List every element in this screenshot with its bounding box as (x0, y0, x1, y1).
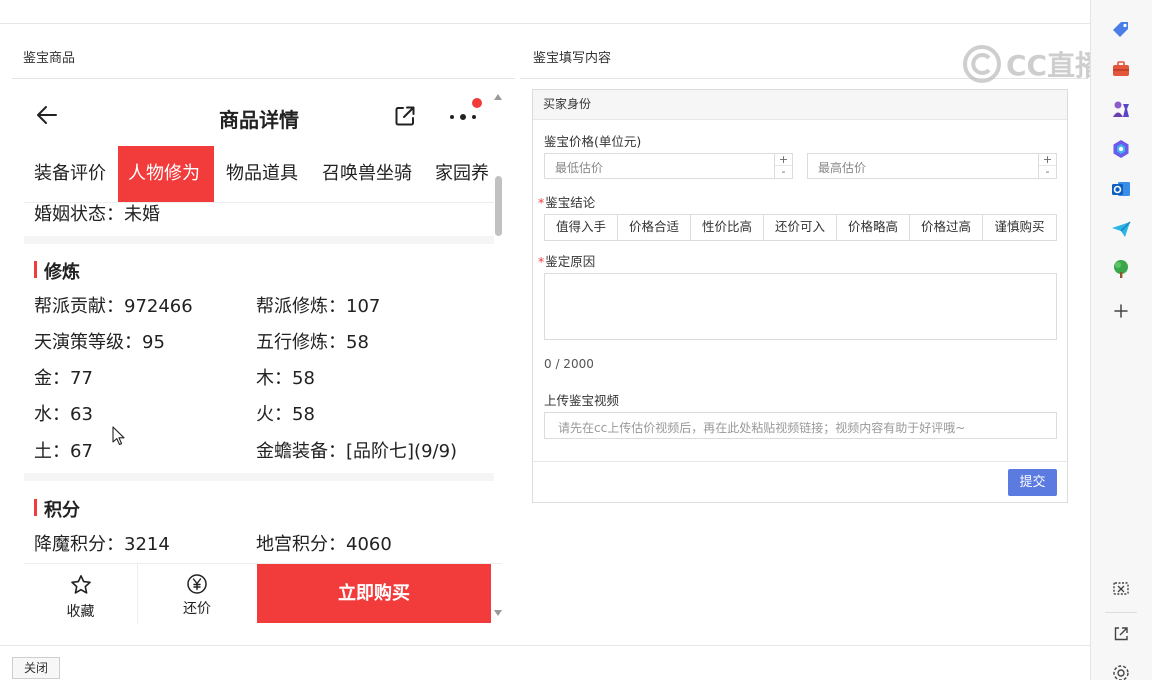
yen-coin-icon (187, 574, 207, 594)
close-button[interactable]: 关闭 (12, 657, 60, 679)
max-price-stepper[interactable]: + - (1038, 154, 1056, 178)
section-gap (24, 473, 494, 481)
conclusion-option[interactable]: 值得入手 (545, 215, 618, 240)
tree-icon[interactable] (1110, 258, 1132, 280)
form-header: 买家身份 (533, 90, 1067, 120)
left-section-divider (12, 78, 515, 79)
chess-piece-icon[interactable] (1110, 98, 1132, 120)
footer-divider (0, 645, 1090, 646)
conclusion-label: *鉴宝结论 (538, 192, 595, 211)
decrement-button[interactable]: - (775, 166, 792, 178)
required-mark: * (538, 254, 545, 269)
appraisal-form: 买家身份 鉴宝价格(单位元) 最低估价 + - 最高估价 + - *鉴宝结论 值… (532, 89, 1068, 503)
video-link-placeholder: 请先在cc上传估价视频后，再在此处粘贴视频链接；视频内容有助于好评哦~ (558, 421, 966, 435)
stat-item: 降魔积分：3214 (34, 534, 170, 555)
buy-now-button[interactable]: 立即购买 (257, 564, 491, 623)
watermark-text: CC直播 (1006, 49, 1104, 82)
category-tabs: 装备评价 人物修为 物品道具 召唤兽坐骑 家园养 (24, 146, 494, 202)
more-options-icon[interactable] (448, 106, 482, 128)
favorite-label: 收藏 (66, 604, 95, 620)
reason-textarea[interactable] (544, 273, 1057, 340)
stat-item: 地宫积分：4060 (256, 534, 392, 555)
form-footer-divider (533, 461, 1067, 462)
stat-item: 帮派贡献：972466 (34, 296, 193, 317)
max-price-placeholder: 最高估价 (818, 161, 867, 175)
tab-items[interactable]: 物品道具 (216, 146, 308, 202)
counter-offer-label: 还价 (183, 601, 211, 617)
conclusion-label-text: 鉴宝结论 (545, 195, 596, 210)
scroll-up-icon[interactable] (494, 94, 502, 100)
cc-logo-icon (963, 45, 1001, 83)
open-external-icon[interactable] (1110, 623, 1132, 645)
add-icon[interactable] (1110, 300, 1132, 322)
reason-label-text: 鉴定原因 (545, 254, 596, 269)
gear-icon[interactable] (1110, 662, 1132, 680)
conclusion-option[interactable]: 价格过高 (910, 215, 983, 240)
tab-home[interactable]: 家园养 (425, 146, 494, 202)
page-root: 鉴宝商品 商品详情 装备评价 人物修为 物品道具 召唤兽坐骑 家园养 婚姻状态：… (0, 0, 1152, 680)
video-link-input[interactable]: 请先在cc上传估价视频后，再在此处粘贴视频链接；视频内容有助于好评哦~ (544, 412, 1057, 439)
favorite-button[interactable]: 收藏 (24, 564, 138, 624)
stat-item: 水：63 (34, 404, 93, 425)
stat-item: 帮派修炼：107 (256, 296, 381, 317)
submit-button[interactable]: 提交 (1008, 469, 1057, 496)
tag-icon[interactable] (1110, 18, 1132, 40)
min-price-stepper[interactable]: + - (774, 154, 792, 178)
tab-character-cultivation[interactable]: 人物修为 (118, 146, 214, 202)
conclusion-option[interactable]: 谨慎购买 (983, 215, 1056, 240)
preview-scrollbar[interactable] (493, 90, 503, 620)
scroll-thumb[interactable] (495, 176, 502, 236)
detail-content: 婚姻状态：未婚 修炼 帮派贡献：972466 帮派修炼：107 天演策等级：95… (24, 203, 494, 563)
stat-item: 金：77 (34, 368, 93, 389)
video-label: 上传鉴宝视频 (544, 393, 620, 408)
decrement-button[interactable]: - (1039, 166, 1056, 178)
conclusion-option[interactable]: 还价可入 (764, 215, 837, 240)
stat-item: 五行修炼：58 (256, 332, 369, 353)
max-price-input[interactable]: 最高估价 + - (807, 153, 1057, 179)
outlook-icon[interactable] (1110, 178, 1132, 200)
conclusion-options: 值得入手 价格合适 性价比高 还价可入 价格略高 价格过高 谨慎购买 (544, 214, 1057, 241)
nav-header: 商品详情 (24, 80, 494, 146)
mobile-preview: 商品详情 装备评价 人物修为 物品道具 召唤兽坐骑 家园养 婚姻状态：未婚 修炼 (24, 80, 502, 624)
send-icon[interactable] (1110, 218, 1132, 240)
purchase-bar: 收藏 还价 立即购买 (24, 563, 502, 624)
min-price-placeholder: 最低估价 (555, 161, 604, 175)
left-section-title: 鉴宝商品 (23, 51, 76, 66)
browser-sidebar (1091, 0, 1152, 680)
briefcase-icon[interactable] (1110, 58, 1132, 80)
notification-dot (472, 98, 482, 108)
counter-offer-button[interactable]: 还价 (138, 564, 256, 624)
tab-equipment-review[interactable]: 装备评价 (24, 146, 116, 202)
required-mark: * (538, 195, 545, 210)
stat-item: 土：67 (34, 441, 93, 462)
stat-item: 天演策等级：95 (34, 332, 165, 353)
conclusion-option[interactable]: 价格合适 (618, 215, 691, 240)
tab-pets-mounts[interactable]: 召唤兽坐骑 (312, 146, 422, 202)
mouse-cursor-icon (112, 426, 125, 446)
min-price-input[interactable]: 最低估价 + - (544, 153, 793, 179)
conclusion-option[interactable]: 价格略高 (837, 215, 910, 240)
scroll-down-icon[interactable] (494, 610, 502, 616)
reason-label: *鉴定原因 (538, 251, 595, 270)
marriage-status: 婚姻状态：未婚 (34, 204, 160, 225)
reason-char-counter: 0 / 2000 (544, 357, 594, 371)
sidebar-separator (1105, 612, 1137, 613)
price-label: 鉴宝价格(单位元) (544, 134, 642, 149)
share-icon[interactable] (393, 104, 417, 128)
top-bar (0, 0, 1090, 24)
stat-item: 木：58 (256, 368, 315, 389)
stat-item: 金蟾装备：[品阶七](9/9) (256, 441, 458, 462)
page-title: 商品详情 (219, 108, 299, 132)
stat-item: 火：58 (256, 404, 315, 425)
star-icon (71, 575, 91, 594)
section-gap (24, 236, 494, 244)
points-title: 积分 (34, 496, 80, 522)
copilot-icon[interactable] (1110, 138, 1132, 160)
screenshot-icon[interactable] (1110, 578, 1132, 600)
cultivation-title: 修炼 (34, 258, 80, 284)
right-section-title: 鉴宝填写内容 (533, 51, 612, 66)
conclusion-option[interactable]: 性价比高 (691, 215, 764, 240)
